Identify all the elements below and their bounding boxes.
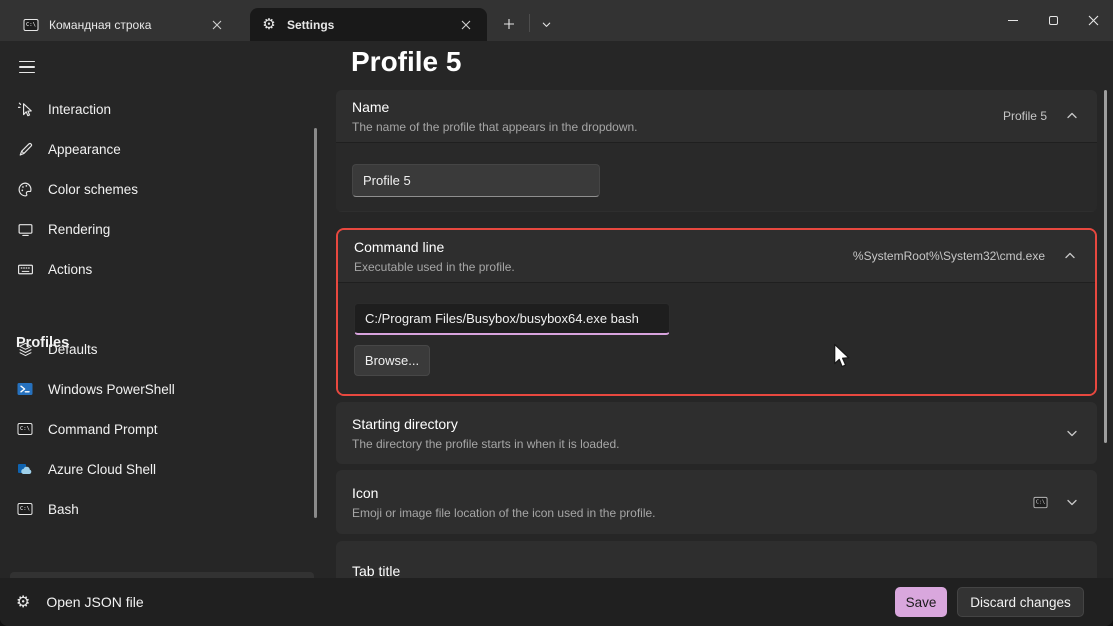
section-subtitle: The name of the profile that appears in … <box>352 120 1003 134</box>
sidebar-scrollbar[interactable] <box>314 128 317 518</box>
tab-dropdown-button[interactable] <box>534 12 558 36</box>
minimize-icon <box>1008 20 1018 21</box>
layers-icon <box>16 340 34 358</box>
sidebar-item-label: Appearance <box>48 142 121 157</box>
sidebar-item-interaction[interactable]: Interaction <box>0 89 316 129</box>
sidebar-item-label: Defaults <box>48 342 98 357</box>
chevron-up-icon[interactable] <box>1063 249 1077 263</box>
section-subtitle: Executable used in the profile. <box>354 260 853 274</box>
footer-bar: ⚙ Open JSON file Save Discard changes <box>0 578 1113 626</box>
chevron-up-icon[interactable] <box>1065 109 1079 123</box>
browse-button[interactable]: Browse... <box>354 345 430 376</box>
footer-buttons: Save Discard changes <box>895 587 1113 617</box>
command-line-section-body: Browse... <box>338 282 1095 394</box>
tab-label: Командная строка <box>49 18 206 32</box>
name-section: Name The name of the profile that appear… <box>336 90 1097 212</box>
window-controls <box>993 0 1113 40</box>
svg-text:C:\: C:\ <box>26 22 36 28</box>
tab-command-prompt[interactable]: C:\ Командная строка <box>12 8 238 41</box>
monitor-icon <box>16 220 34 238</box>
profile-icon-preview: C:\ <box>1031 493 1049 511</box>
section-value: %SystemRoot%\System32\cmd.exe <box>853 249 1045 263</box>
name-section-header[interactable]: Name The name of the profile that appear… <box>336 90 1097 142</box>
interaction-icon <box>16 100 34 118</box>
section-title: Name <box>352 99 1003 115</box>
sidebar-item-actions[interactable]: Actions <box>0 249 316 289</box>
command-line-input[interactable] <box>354 303 670 335</box>
gear-icon: ⚙ <box>16 594 30 610</box>
cmd-icon: C:\ <box>16 420 34 438</box>
cmd-icon: C:\ <box>16 500 34 518</box>
tab-settings[interactable]: ⚙ Settings <box>250 8 487 41</box>
sidebar-item-label: Command Prompt <box>48 422 158 437</box>
sidebar-item-label: Interaction <box>48 102 111 117</box>
svg-text:C:\: C:\ <box>20 426 30 432</box>
close-icon <box>1088 15 1099 26</box>
sidebar-item-command-prompt[interactable]: C:\ Command Prompt <box>0 409 316 449</box>
icon-section-header[interactable]: Icon Emoji or image file location of the… <box>336 470 1097 534</box>
sidebar: Interaction Appearance Color schemes Ren… <box>0 41 330 578</box>
terminal-settings-window: C:\ Командная строка ⚙ Settings <box>0 0 1113 626</box>
section-subtitle: The directory the profile starts in when… <box>352 437 1065 451</box>
icon-section: Icon Emoji or image file location of the… <box>336 470 1097 534</box>
sidebar-item-label: Color schemes <box>48 182 138 197</box>
sidebar-item-bash[interactable]: C:\ Bash <box>0 489 316 529</box>
close-tab-icon[interactable] <box>206 14 228 36</box>
starting-directory-section-header[interactable]: Starting directory The directory the pro… <box>336 402 1097 464</box>
page-title: Profile 5 <box>351 46 461 78</box>
section-title: Tab title <box>352 563 1079 579</box>
sidebar-item-label: Bash <box>48 502 79 517</box>
tab-label: Settings <box>287 18 455 32</box>
sidebar-item-color-schemes[interactable]: Color schemes <box>0 169 316 209</box>
chevron-down-icon[interactable] <box>1065 426 1079 440</box>
sidebar-item-label: Rendering <box>48 222 110 237</box>
powershell-icon <box>16 380 34 398</box>
save-button[interactable]: Save <box>895 587 947 617</box>
sidebar-item-defaults[interactable]: Defaults <box>0 329 316 369</box>
svg-text:C:\: C:\ <box>20 506 30 512</box>
section-value: Profile 5 <box>1003 109 1047 123</box>
sidebar-item-label: Actions <box>48 262 92 277</box>
sidebar-item-azure-cloud-shell[interactable]: Azure Cloud Shell <box>0 449 316 489</box>
section-title: Command line <box>354 239 853 255</box>
chevron-down-icon[interactable] <box>1065 495 1079 509</box>
titlebar: C:\ Командная строка ⚙ Settings <box>0 0 1113 41</box>
cmd-icon: C:\ <box>22 16 40 34</box>
main-scrollbar[interactable] <box>1104 90 1107 443</box>
hamburger-menu-button[interactable] <box>14 54 44 80</box>
palette-icon <box>16 180 34 198</box>
starting-directory-section: Starting directory The directory the pro… <box>336 402 1097 464</box>
sidebar-item-rendering[interactable]: Rendering <box>0 209 316 249</box>
maximize-icon <box>1049 16 1058 25</box>
section-title: Icon <box>352 485 1031 501</box>
close-window-button[interactable] <box>1073 0 1113 40</box>
open-json-file-label: Open JSON file <box>46 594 143 610</box>
close-tab-icon[interactable] <box>455 14 477 36</box>
command-line-section-header[interactable]: Command line Executable used in the prof… <box>338 230 1095 282</box>
mouse-cursor <box>833 343 852 370</box>
sidebar-item-label: Azure Cloud Shell <box>48 462 156 477</box>
keyboard-icon <box>16 260 34 278</box>
discard-changes-button[interactable]: Discard changes <box>957 587 1084 617</box>
profile-name-input[interactable] <box>352 164 600 197</box>
sidebar-item-label: Windows PowerShell <box>48 382 175 397</box>
section-subtitle: Emoji or image file location of the icon… <box>352 506 1031 520</box>
svg-text:C:\: C:\ <box>1035 499 1044 505</box>
gear-icon: ⚙ <box>260 16 278 34</box>
maximize-button[interactable] <box>1033 0 1073 40</box>
tabbar-separator <box>529 14 530 32</box>
paintbrush-icon <box>16 140 34 158</box>
minimize-button[interactable] <box>993 0 1033 40</box>
name-section-body <box>336 142 1097 211</box>
sidebar-item-appearance[interactable]: Appearance <box>0 129 316 169</box>
azure-cloud-icon <box>16 460 34 478</box>
sidebar-item-windows-powershell[interactable]: Windows PowerShell <box>0 369 316 409</box>
section-title: Starting directory <box>352 416 1065 432</box>
open-json-file-button[interactable]: ⚙ Open JSON file <box>0 578 144 626</box>
new-tab-button[interactable] <box>495 10 523 38</box>
command-line-section: Command line Executable used in the prof… <box>336 228 1097 396</box>
